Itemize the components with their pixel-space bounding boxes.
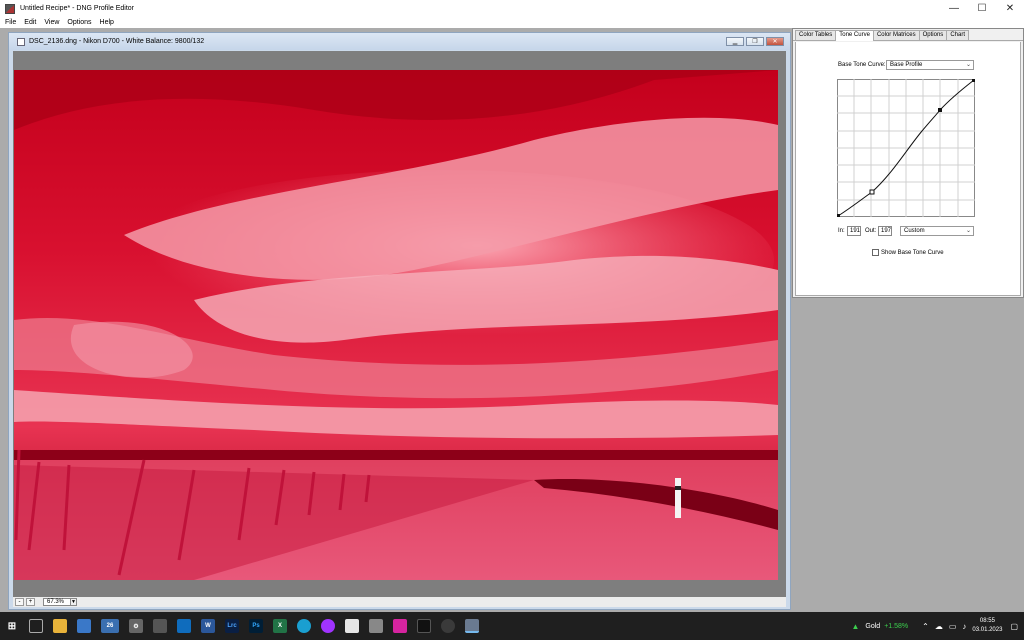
image-canvas[interactable] [13, 51, 786, 599]
document-window: DSC_2136.dng - Nikon D700 - White Balanc… [8, 32, 791, 610]
store-icon[interactable] [77, 619, 91, 633]
outlook-icon[interactable] [177, 619, 191, 633]
notes-icon[interactable] [345, 619, 359, 633]
tab-options[interactable]: Options [918, 30, 948, 40]
windows-start-icon[interactable]: ⊞ [5, 619, 19, 633]
messenger-icon[interactable] [321, 619, 335, 633]
zoom-out-button[interactable]: - [15, 598, 24, 606]
in-label: In: [838, 228, 845, 234]
network-icon[interactable]: ▭ [949, 622, 957, 631]
zoom-field[interactable]: 67.3% [43, 598, 71, 606]
tone-curve-graph[interactable] [837, 79, 975, 217]
zoom-in-button[interactable]: + [26, 598, 35, 606]
menu-edit[interactable]: Edit [24, 19, 36, 26]
app-icon [5, 3, 15, 14]
tab-color-matrices[interactable]: Color Matrices [872, 30, 920, 40]
ticker-change: +1.58% [884, 622, 909, 630]
profile-panel: Color Tables Tone Curve Color Matrices O… [792, 28, 1024, 298]
file-explorer-icon[interactable] [53, 619, 67, 633]
document-titlebar: DSC_2136.dng - Nikon D700 - White Balanc… [9, 33, 790, 50]
audio-icon[interactable] [417, 619, 431, 633]
menu-file[interactable]: File [5, 19, 16, 26]
base-tone-curve-label: Base Tone Curve: [838, 62, 886, 68]
document-restore-button[interactable]: ❐ [746, 37, 764, 46]
close-button[interactable]: ✕ [996, 0, 1024, 17]
document-statusbar: - + 67.3% ▼ [13, 597, 786, 607]
clock-time: 08:55 [979, 618, 995, 624]
base-tone-curve-value: Base Profile [890, 62, 923, 68]
menu-view[interactable]: View [44, 19, 59, 26]
lightroom-icon[interactable]: Lrc [225, 619, 239, 633]
panel-tabs: Color Tables Tone Curve Color Matrices O… [793, 30, 1023, 41]
maximize-button[interactable]: ☐ [968, 0, 996, 17]
chevron-down-icon: ⌄ [965, 62, 971, 68]
volume-icon[interactable]: ♪ [962, 622, 966, 631]
chevron-down-icon: ⌄ [965, 228, 971, 234]
in-value-field[interactable]: 191 [847, 226, 861, 236]
clock-date: 03.01.2023 [972, 627, 1003, 633]
photos-icon[interactable] [369, 619, 383, 633]
weather-icon[interactable]: 26 [101, 619, 119, 633]
dng-profile-editor-icon[interactable] [465, 619, 479, 633]
cloud-icon[interactable]: ☁ [935, 622, 943, 631]
task-view-icon[interactable] [29, 619, 43, 633]
curve-preset-value: Custom [904, 228, 925, 234]
menu-bar: File Edit View Options Help [0, 17, 1024, 28]
edge-icon[interactable] [297, 619, 311, 633]
tone-curve-tab-body: Base Tone Curve: Base Profile ⌄ In: 191 … [795, 42, 1021, 296]
settings-icon[interactable]: ⚙ [129, 619, 143, 633]
window-title: Untitled Recipe* - DNG Profile Editor [20, 5, 134, 12]
weather-badge: 26 [106, 623, 114, 629]
tab-chart[interactable]: Chart [946, 30, 969, 40]
instagram-icon[interactable] [393, 619, 407, 633]
window-titlebar: Untitled Recipe* - DNG Profile Editor — … [0, 0, 1024, 17]
menu-help[interactable]: Help [100, 19, 114, 26]
clock[interactable]: 08:55 03.01.2023 [972, 617, 1002, 635]
system-tray: ▲ Gold +1.58% ⌃ ☁ ▭ ♪ 08:55 03.01.2023 ▢ [851, 612, 1024, 640]
document-close-button[interactable]: ✕ [766, 37, 784, 46]
out-label: Out: [865, 228, 877, 234]
word-icon[interactable]: W [201, 619, 215, 633]
infrared-photo[interactable] [14, 70, 778, 580]
ticker-name[interactable]: Gold [865, 623, 880, 630]
windows-taskbar: ⊞ 26 ⚙ W Lrc Ps X ▲ Gold +1.58% ⌃ ☁ ▭ ♪ … [0, 612, 1024, 640]
chevron-up-icon[interactable]: ⌃ [922, 622, 929, 631]
base-tone-curve-select[interactable]: Base Profile ⌄ [886, 60, 974, 70]
calculator-icon[interactable] [153, 619, 167, 633]
tab-color-tables[interactable]: Color Tables [795, 30, 837, 40]
ticker-up-icon: ▲ [851, 621, 860, 631]
zoom-dropdown-arrow[interactable]: ▼ [71, 598, 77, 606]
menu-options[interactable]: Options [67, 19, 91, 26]
out-value-field[interactable]: 197 [878, 226, 892, 236]
document-icon [17, 37, 25, 46]
notification-icon[interactable]: ▢ [1010, 622, 1018, 631]
tab-tone-curve[interactable]: Tone Curve [835, 30, 874, 41]
edge-dev-icon[interactable] [441, 619, 455, 633]
document-minimize-button[interactable]: ▁ [726, 37, 744, 46]
show-base-tone-curve-label: Show Base Tone Curve [881, 250, 944, 256]
show-base-tone-curve-checkbox[interactable] [872, 249, 879, 256]
curve-preset-select[interactable]: Custom ⌄ [900, 226, 974, 236]
minimize-button[interactable]: — [940, 0, 968, 17]
photo-render [14, 70, 778, 580]
excel-icon[interactable]: X [273, 619, 287, 633]
photoshop-icon[interactable]: Ps [249, 619, 263, 633]
document-title: DSC_2136.dng - Nikon D700 - White Balanc… [29, 38, 205, 45]
